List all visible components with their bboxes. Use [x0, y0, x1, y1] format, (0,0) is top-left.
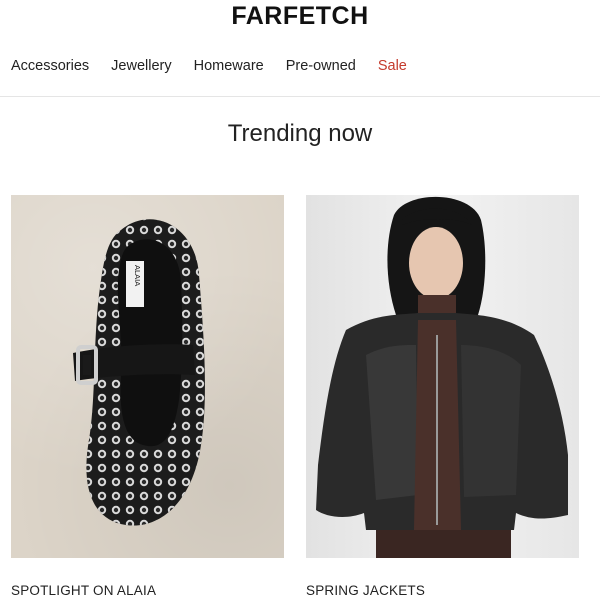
category-nav: Accessories Jewellery Homeware Pre-owned…	[11, 58, 429, 74]
alaia-shoe-illustration: ALAIA	[73, 219, 205, 526]
product-card-alaia[interactable]: ALAIA SPOTLIGHT ON ALAIA	[11, 195, 284, 598]
farfetch-logo[interactable]: FARFETCH	[0, 2, 600, 31]
alaia-shoe-image[interactable]: ALAIA	[11, 195, 284, 558]
email-page: FARFETCH Accessories Jewellery Homeware …	[0, 0, 600, 600]
section-title: Trending now	[227, 120, 373, 147]
nav-item-pre-owned[interactable]: Pre-owned	[286, 58, 356, 74]
nav-item-accessories[interactable]: Accessories	[11, 58, 89, 74]
header-divider	[0, 96, 600, 97]
model-jacket-illustration	[316, 196, 568, 558]
alaia-insole-label: ALAIA	[133, 265, 142, 286]
product-card-spring-jackets[interactable]: SPRING JACKETS	[306, 195, 579, 598]
card-caption-spring-jackets[interactable]: SPRING JACKETS	[306, 583, 579, 598]
card-caption-alaia[interactable]: SPOTLIGHT ON ALAIA	[11, 583, 284, 598]
nav-item-sale[interactable]: Sale	[378, 58, 407, 74]
nav-item-jewellery[interactable]: Jewellery	[111, 58, 171, 74]
nav-item-homeware[interactable]: Homeware	[194, 58, 264, 74]
spring-jacket-image[interactable]	[306, 195, 579, 558]
